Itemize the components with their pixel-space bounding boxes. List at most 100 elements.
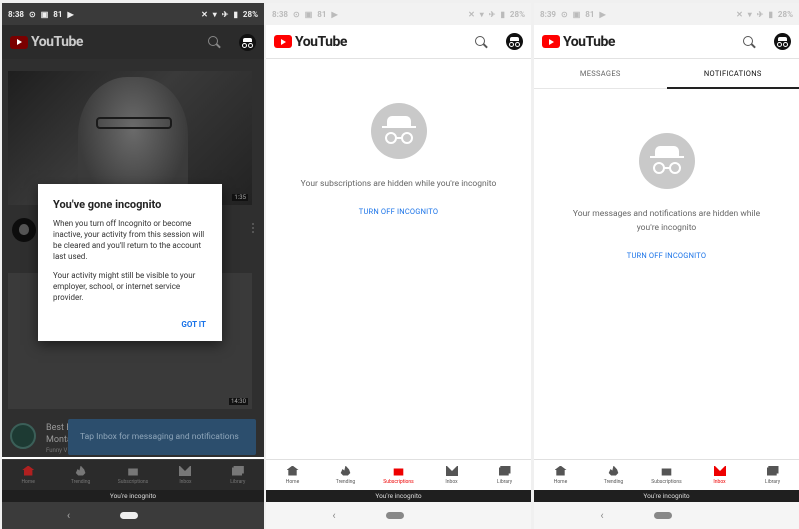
tab-notifications[interactable]: NOTIFICATIONS (666, 59, 799, 89)
inbox-tooltip[interactable]: Tap Inbox for messaging and notification… (68, 419, 256, 455)
mute-icon: ✕ (736, 9, 743, 19)
nav-inbox[interactable]: Inbox (159, 460, 211, 490)
nav-home[interactable]: Home (534, 460, 587, 490)
dialog-body-1: When you turn off Incognito or become in… (53, 219, 205, 261)
mute-icon: ✕ (201, 9, 208, 19)
incognito-avatar-icon[interactable] (506, 33, 523, 50)
home-icon (554, 465, 567, 476)
system-nav: ‹ (266, 502, 531, 529)
incognito-icon (638, 133, 695, 189)
inbox-icon (713, 465, 726, 476)
incognito-bar: You're incognito (534, 490, 799, 502)
nav-library[interactable]: Library (212, 460, 264, 490)
nav-home-label: Home (553, 478, 568, 485)
back-icon[interactable]: ‹ (332, 509, 335, 522)
nav-subscriptions-label: Subscriptions (117, 478, 149, 485)
turn-off-incognito-button[interactable]: TURN OFF INCOGNITO (534, 251, 799, 260)
status-extra: 81 (585, 9, 595, 19)
battery-icon: ▮ (500, 9, 505, 19)
nav-library[interactable]: Library (746, 460, 799, 490)
battery-level: 28% (777, 9, 793, 19)
battery-icon: ▮ (233, 9, 238, 19)
nav-library-label: Library (496, 478, 513, 485)
more-options-icon[interactable] (252, 223, 254, 233)
nav-inbox-label: Inbox (179, 478, 192, 485)
app-bar: YouTube (266, 25, 531, 59)
home-pill-icon[interactable] (653, 512, 672, 519)
incognito-empty-state: Your messages and notifications are hidd… (534, 133, 799, 260)
home-pill-icon[interactable] (120, 512, 139, 519)
search-icon[interactable] (207, 35, 221, 49)
phone-incognito-dialog: 8:38 ⊙ ▣ 81 ▶ ✕ ▾ ✈ ▮ 28% YouTube 1:35 1… (2, 3, 264, 529)
status-play-icon: ▶ (331, 9, 338, 19)
youtube-wordmark: YouTube (295, 33, 347, 50)
nav-home-label: Home (285, 478, 300, 485)
channel-avatar[interactable] (12, 218, 36, 242)
bottom-nav: Home Trending Subscriptions Inbox Librar… (266, 459, 531, 490)
video2-duration: 14:30 (229, 398, 248, 405)
incognito-hat (654, 146, 679, 156)
status-circle-icon: ⊙ (293, 9, 300, 19)
youtube-wordmark: YouTube (563, 33, 615, 50)
nav-subscriptions[interactable]: Subscriptions (640, 460, 693, 490)
status-photo-icon: ▣ (572, 9, 581, 19)
youtube-logo[interactable]: YouTube (274, 34, 347, 50)
nav-inbox-label: Inbox (713, 478, 726, 485)
bottom-nav: Home Trending Subscriptions Inbox Librar… (2, 459, 264, 490)
library-icon (766, 465, 779, 476)
subscriptions-icon (393, 468, 404, 476)
back-icon[interactable]: ‹ (67, 509, 70, 522)
trending-icon (75, 465, 86, 476)
nav-library-label: Library (764, 478, 781, 485)
nav-inbox[interactable]: Inbox (693, 460, 746, 490)
got-it-button[interactable]: GOT IT (181, 320, 206, 329)
status-play-icon: ▶ (67, 9, 74, 19)
home-icon (22, 465, 35, 476)
status-bar: 8:39 ⊙ ▣ 81 ▶ ✕ ▾ ✈ ▮ 28% (534, 3, 799, 25)
home-pill-icon[interactable] (385, 512, 404, 519)
nav-trending-label: Trending (70, 478, 91, 485)
nav-subscriptions[interactable]: Subscriptions (107, 460, 159, 490)
search-icon[interactable] (474, 35, 488, 49)
thumbnail-glasses (96, 117, 172, 129)
dialog-body-2: Your activity might still be visible to … (53, 271, 196, 302)
tab-messages[interactable]: MESSAGES (534, 59, 667, 88)
incognito-bar: You're incognito (2, 490, 264, 502)
incognito-avatar-icon[interactable] (239, 33, 256, 51)
nav-subscriptions[interactable]: Subscriptions (372, 460, 425, 490)
nav-home[interactable]: Home (2, 460, 54, 490)
system-nav: ‹ (2, 502, 264, 529)
battery-level: 28% (242, 9, 258, 19)
nav-library-label: Library (230, 478, 246, 485)
nav-home[interactable]: Home (266, 460, 319, 490)
inbox-icon (445, 465, 458, 476)
back-icon[interactable]: ‹ (600, 509, 603, 522)
incognito-dialog: You've gone incognito When you turn off … (38, 184, 222, 341)
dialog-title: You've gone incognito (53, 198, 162, 211)
nav-trending-label: Trending (335, 478, 356, 485)
incognito-avatar-icon[interactable] (774, 33, 791, 50)
nav-trending[interactable]: Trending (587, 460, 640, 490)
incognito-lens-right (400, 132, 413, 144)
nav-inbox[interactable]: Inbox (425, 460, 478, 490)
nav-library[interactable]: Library (478, 460, 531, 490)
nav-trending[interactable]: Trending (319, 460, 372, 490)
incognito-hat (386, 116, 411, 126)
incognito-bridge (395, 137, 402, 139)
incognito-empty-state: Your subscriptions are hidden while you'… (266, 103, 531, 216)
airplane-icon: ✈ (756, 9, 764, 19)
nav-trending-label: Trending (603, 478, 624, 485)
home-icon (286, 465, 299, 476)
channel-avatar-2[interactable] (10, 423, 36, 449)
status-extra: 81 (317, 9, 327, 19)
youtube-logo[interactable]: YouTube (10, 34, 83, 50)
search-icon[interactable] (742, 35, 756, 49)
status-bar: 8:38 ⊙ ▣ 81 ▶ ✕ ▾ ✈ ▮ 28% (2, 3, 264, 25)
status-time: 8:39 (540, 9, 557, 19)
turn-off-incognito-button[interactable]: TURN OFF INCOGNITO (266, 207, 531, 216)
youtube-play-icon (274, 35, 292, 48)
youtube-logo[interactable]: YouTube (542, 34, 615, 50)
nav-trending[interactable]: Trending (54, 460, 106, 490)
incognito-brim (381, 126, 416, 128)
trending-icon (340, 465, 351, 476)
